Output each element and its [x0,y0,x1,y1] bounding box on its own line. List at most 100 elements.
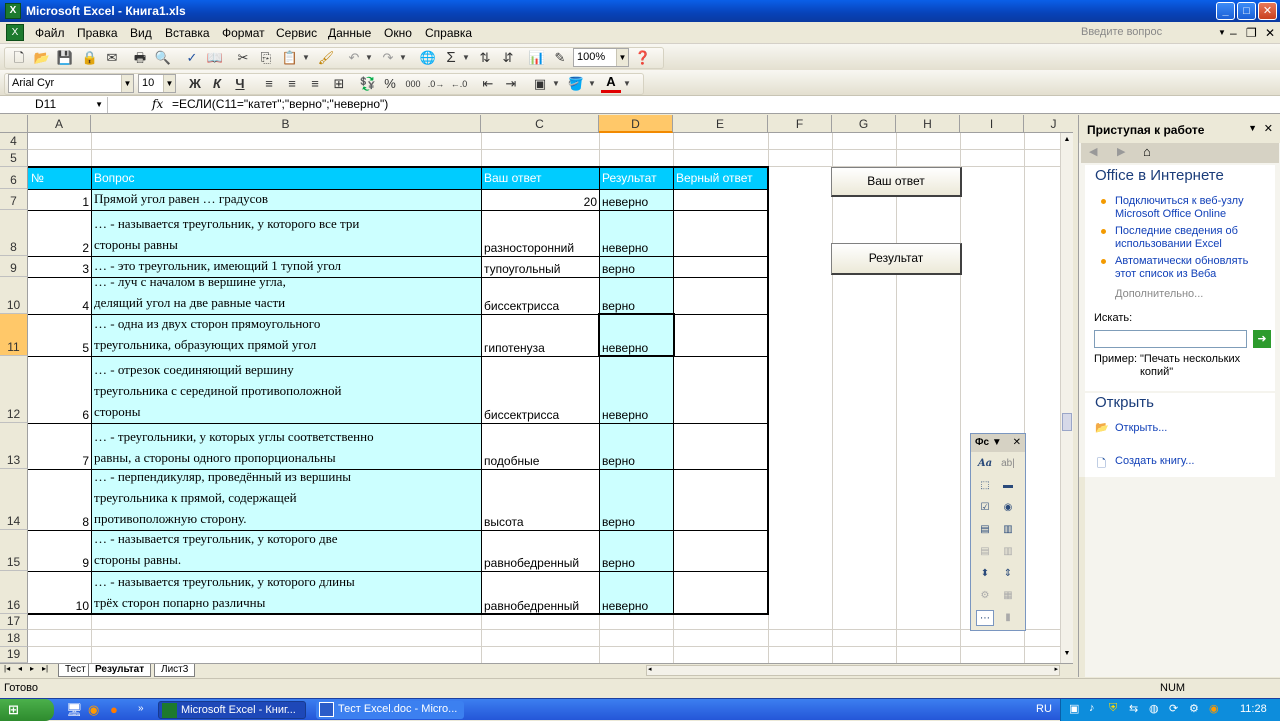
cell-correct-answer[interactable] [673,190,768,210]
cell-result[interactable]: неверно [599,357,673,423]
taskbar-word[interactable]: Тест Excel.doc - Micro... [316,701,464,719]
menu-tools[interactable]: Сервис [276,26,317,40]
increase-indent-icon[interactable]: ⇥ [501,74,521,94]
vertical-scroll-thumb[interactable] [1062,413,1072,431]
underline-button[interactable]: Ч [230,74,250,94]
tray-sync-icon[interactable]: ⟳ [1169,702,1178,715]
link-create-workbook[interactable]: Создать книгу... [1115,455,1194,468]
quicklaunch-more-icon[interactable]: » [138,703,144,714]
font-size-select[interactable]: 10 ▼ [138,74,176,93]
cell-your-answer[interactable]: высота [481,470,599,530]
scroll-up-icon[interactable]: ▲ [1061,133,1073,147]
col-header-c[interactable]: C [481,115,599,133]
taskbar-excel[interactable]: Microsoft Excel - Книг... [158,701,306,719]
menu-file[interactable]: Файл [35,26,65,40]
row-header-18[interactable]: 18 [0,630,28,647]
horizontal-scrollbar[interactable]: ◂ ▸ [646,665,1060,676]
scroll-down-icon[interactable]: ▼ [1061,647,1073,661]
sort-ascending-icon[interactable]: ⇅ [475,48,495,68]
cell-result[interactable]: верно [599,257,673,277]
row-header-17[interactable]: 17 [0,614,28,630]
option-button-tool-icon[interactable]: ◉ [999,500,1017,516]
forward-icon[interactable]: ▶ [1117,145,1125,158]
cell-your-answer[interactable]: разносторонний [481,211,599,256]
active-cell-d11[interactable] [598,313,675,357]
cell-number[interactable]: 1 [28,190,91,210]
menu-insert[interactable]: Вставка [165,26,210,40]
comma-style-icon[interactable]: 000 [403,74,423,94]
undo-dropdown-icon[interactable]: ▼ [364,48,374,68]
cell-number[interactable]: 5 [28,315,91,356]
link-office-online[interactable]: Подключиться к веб-узлу Microsoft Office… [1115,195,1265,221]
quicklaunch-desktop-icon[interactable]: 🖥 [66,702,83,718]
tray-opera-icon[interactable]: ◉ [1209,702,1219,715]
tab-result[interactable]: Результат [88,664,152,677]
tray-connection-icon[interactable]: ⇆ [1129,702,1138,715]
maximize-button[interactable]: □ [1237,2,1256,20]
menu-edit[interactable]: Правка [77,26,118,40]
menu-view[interactable]: Вид [130,26,152,40]
print-preview-icon[interactable]: 🔍 [153,48,173,68]
row-header-10[interactable]: 10 [0,277,28,314]
name-box-dropdown-icon[interactable]: ▼ [95,97,103,112]
row-header-14[interactable]: 14 [0,469,28,530]
cell-your-answer[interactable]: тупоугольный [481,257,599,277]
cell-your-answer[interactable]: 20 [481,190,599,210]
align-left-icon[interactable]: ≡ [259,74,279,94]
increase-decimal-icon[interactable]: .0→ [426,74,446,94]
select-all-corner[interactable] [0,115,28,133]
cell-correct-answer[interactable] [673,278,768,314]
decrease-indent-icon[interactable]: ⇤ [478,74,498,94]
combo-dropdown-edit-icon[interactable]: ▥ [999,544,1017,560]
cell-your-answer[interactable]: подобные [481,424,599,469]
save-icon[interactable]: 💾 [55,48,75,68]
cell-number[interactable]: 10 [28,572,91,614]
header-question[interactable]: Вопрос [91,168,481,189]
cell-your-answer[interactable]: биссектрисса [481,357,599,423]
row-header-5[interactable]: 5 [0,150,28,167]
cell-number[interactable]: 6 [28,357,91,423]
doc-minimize-button[interactable]: – [1230,26,1237,40]
worksheet-grid[interactable]: A B C D E F G H I J 4 5 6 7 8 9 10 11 12… [0,115,1073,663]
currency-icon[interactable]: 💱 [358,74,378,94]
col-header-g[interactable]: G [832,115,896,133]
result-button[interactable]: Результат [831,243,962,275]
toggle-grid-icon[interactable]: ⋯ [976,610,994,626]
cell-number[interactable]: 9 [28,531,91,571]
scroll-right-icon[interactable]: ▸ [1054,665,1058,673]
link-latest-news[interactable]: Последние сведения об использовании Exce… [1115,225,1265,251]
cell-result[interactable]: верно [599,424,673,469]
tray-settings-icon[interactable]: ⚙ [1189,702,1199,715]
redo-dropdown-icon[interactable]: ▼ [398,48,408,68]
cut-icon[interactable]: ✂ [233,48,253,68]
cell-your-answer[interactable]: равнобедренный [481,531,599,571]
new-icon[interactable]: 🗋 [9,48,29,68]
header-your-answer[interactable]: Ваш ответ [481,168,599,189]
borders-icon[interactable]: ▣ [530,74,550,94]
header-correct-answer[interactable]: Верный ответ [673,168,768,189]
scrollbar-tool-icon[interactable]: ⬍ [976,566,994,582]
undo-icon[interactable]: ↶ [344,48,364,68]
row-header-6[interactable]: 6 [0,167,28,189]
redo-icon[interactable]: ↷ [378,48,398,68]
col-header-h[interactable]: H [896,115,960,133]
percent-icon[interactable]: % [380,74,400,94]
insert-function-icon[interactable]: fx [152,96,163,113]
link-more[interactable]: Дополнительно... [1115,288,1203,301]
row-header-19[interactable]: 19 [0,647,28,663]
col-header-j[interactable]: J [1024,115,1073,133]
decrease-decimal-icon[interactable]: ←.0 [449,74,469,94]
font-size-dropdown-icon[interactable]: ▼ [163,75,175,92]
groupbox-tool-icon[interactable]: ⬚ [976,478,994,494]
align-right-icon[interactable]: ≡ [305,74,325,94]
back-icon[interactable]: ◀ [1089,145,1097,158]
home-icon[interactable]: ⌂ [1143,144,1151,159]
row-header-12[interactable]: 12 [0,356,28,423]
help-search-input[interactable]: Введите вопрос [1078,25,1228,41]
control-properties-icon[interactable]: ⚙ [976,588,994,604]
cell-question[interactable]: … - треугольники, у которых углы соответ… [91,424,481,469]
font-dropdown-icon[interactable]: ▼ [121,75,133,92]
cell-question[interactable]: … - называется треугольник, у которого д… [91,531,481,571]
drawing-icon[interactable]: ✎ [550,48,570,68]
cell-number[interactable]: 4 [28,278,91,314]
